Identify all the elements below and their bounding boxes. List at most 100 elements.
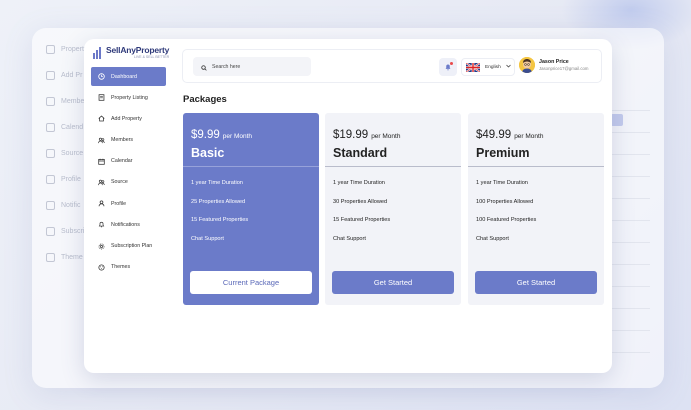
sidebar-item-label: Notifications xyxy=(111,221,140,228)
search-bar[interactable] xyxy=(193,57,311,76)
sidebar-item-label: Subscription Plan xyxy=(111,243,153,249)
feature-item: Chat Support xyxy=(333,235,366,242)
feature-item: 1 year Time Duration xyxy=(191,180,243,186)
sidebar-item-label: Calendar xyxy=(111,158,133,165)
clock-icon xyxy=(98,73,105,80)
app-window: SellAnyProperty LIVE & SELL BETTER Dashb… xyxy=(84,39,612,373)
sidebar-item-themes[interactable]: Themes xyxy=(91,258,166,277)
language-selector[interactable]: English xyxy=(461,58,515,76)
price-period: per Month xyxy=(222,133,253,140)
price-amount: $49.99 xyxy=(476,129,512,141)
price-amount: $19.99 xyxy=(333,129,369,141)
background-row-line xyxy=(610,242,650,243)
background-row-line xyxy=(610,352,650,353)
sidebar-item-calendar[interactable]: Calendar xyxy=(91,152,166,171)
logo-icon xyxy=(93,47,103,59)
background-row-line xyxy=(610,176,650,177)
faded-icon xyxy=(46,148,55,158)
sidebar-item-members[interactable]: Members xyxy=(91,131,166,150)
sidebar-item-property-listing[interactable]: Property Listing xyxy=(91,88,166,107)
package-price: $49.99 per Month xyxy=(476,129,543,141)
package-price: $9.99 per Month xyxy=(191,129,252,141)
faded-icon xyxy=(46,44,55,54)
search-icon xyxy=(201,58,207,76)
faded-icon xyxy=(46,200,55,210)
sidebar-item-label: Dashboard xyxy=(111,73,137,80)
sidebar-item-dashboard[interactable]: Dashboard xyxy=(91,67,166,86)
gear-icon xyxy=(98,243,105,250)
package-name: Basic xyxy=(191,146,225,160)
background-button xyxy=(611,114,623,126)
package-name: Standard xyxy=(333,146,388,160)
package-card-basic: $9.99 per Month Basic 1 year Time Durati… xyxy=(183,113,319,305)
sidebar-item-label: Members xyxy=(111,137,134,144)
bell-icon xyxy=(444,58,452,76)
palette-icon xyxy=(98,264,105,271)
background-table-lines xyxy=(610,110,650,374)
price-period: per Month xyxy=(371,133,401,140)
brand-wordmark: SellAnyProperty LIVE & SELL BETTER xyxy=(106,46,169,60)
faded-icon xyxy=(46,174,55,184)
user-profile[interactable]: Jason Price Jasonprice17@gmail.com xyxy=(519,57,589,73)
background-row-line xyxy=(610,110,650,111)
background-row-line xyxy=(610,198,650,199)
background-row-line xyxy=(610,132,650,133)
feature-item: Chat Support xyxy=(191,235,224,242)
users-icon xyxy=(98,179,105,186)
sidebar-item-label: Source xyxy=(111,179,128,186)
feature-item: 100 Featured Properties xyxy=(476,217,537,223)
feature-list: 1 year Time Duration 30 Properties Allow… xyxy=(333,180,390,254)
search-input[interactable] xyxy=(212,63,302,70)
feature-item: 15 Featured Properties xyxy=(191,217,249,223)
feature-item: 15 Featured Properties xyxy=(333,217,391,223)
user-icon xyxy=(98,200,105,207)
current-package-button[interactable]: Current Package xyxy=(190,271,312,294)
feature-item: Chat Support xyxy=(476,235,509,242)
background-row-line xyxy=(610,220,650,221)
sidebar-item-source[interactable]: Source xyxy=(91,173,166,192)
card-divider xyxy=(183,166,319,167)
sidebar-item-profile[interactable]: Profile xyxy=(91,194,166,213)
get-started-button-premium[interactable]: Get Started xyxy=(475,271,597,294)
feature-item: 100 Properties Allowed xyxy=(476,198,534,205)
feature-item: 30 Properties Allowed xyxy=(333,198,388,205)
card-divider xyxy=(468,166,604,167)
feature-item: 25 Properties Allowed xyxy=(191,198,246,205)
sidebar-item-label: Themes xyxy=(111,264,131,271)
sidebar-item-add-property[interactable]: Add Property xyxy=(91,109,166,128)
sidebar-item-label: Profile xyxy=(111,200,127,207)
faded-icon xyxy=(46,226,55,236)
brand-logo[interactable]: SellAnyProperty LIVE & SELL BETTER xyxy=(93,46,169,60)
sidebar-item-label: Property Listing xyxy=(111,94,148,101)
sidebar-item-label: Add Property xyxy=(111,115,142,122)
price-period: per Month xyxy=(514,133,544,140)
background-row-line xyxy=(610,286,650,287)
add-home-icon xyxy=(98,115,105,122)
brand-tagline: LIVE & SELL BETTER xyxy=(134,55,170,59)
package-card-premium: $49.99 per Month Premium 1 year Time Dur… xyxy=(468,113,604,305)
price-amount: $9.99 xyxy=(191,129,220,141)
feature-item: 1 year Time Duration xyxy=(476,180,528,186)
feature-item: 1 year Time Duration xyxy=(333,180,385,186)
get-started-button-standard[interactable]: Get Started xyxy=(332,271,454,294)
feature-list: 1 year Time Duration 100 Properties Allo… xyxy=(476,180,536,254)
user-name: Jason Price xyxy=(539,58,569,65)
book-icon xyxy=(98,94,105,101)
bell-icon xyxy=(98,221,105,228)
users-icon xyxy=(98,137,105,144)
sidebar-item-notifications[interactable]: Notifications xyxy=(91,215,166,234)
avatar xyxy=(519,57,535,73)
faded-icon xyxy=(46,96,55,106)
calendar-icon xyxy=(98,158,105,165)
background-row-line xyxy=(610,264,650,265)
chevron-down-icon xyxy=(505,64,511,70)
user-email: Jasonprice17@gmail.com xyxy=(539,65,589,71)
language-label: English xyxy=(485,64,501,70)
user-info: Jason Price Jasonprice17@gmail.com xyxy=(539,59,589,72)
background-row-line xyxy=(610,308,650,309)
feature-list: 1 year Time Duration 25 Properties Allow… xyxy=(191,180,248,254)
package-card-standard: $19.99 per Month Standard 1 year Time Du… xyxy=(325,113,461,305)
sidebar-item-subscription-plan[interactable]: Subscription Plan xyxy=(91,237,166,256)
background-row-line xyxy=(610,330,650,331)
notifications-button[interactable] xyxy=(439,58,457,76)
